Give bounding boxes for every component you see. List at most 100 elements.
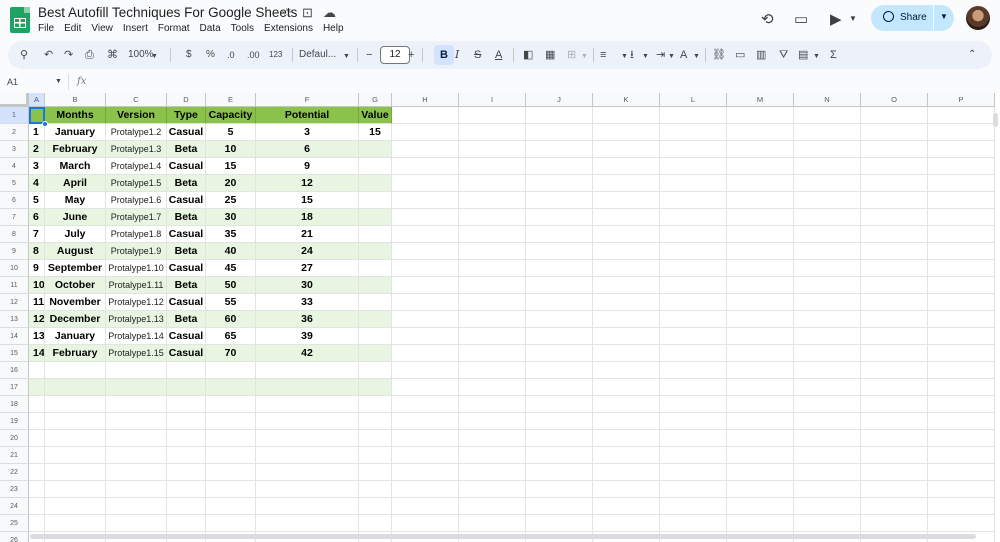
increase-decimal-button[interactable]: .00 — [247, 48, 260, 62]
cell[interactable] — [660, 379, 727, 396]
column-header-o[interactable]: O — [861, 93, 928, 107]
cell[interactable] — [459, 498, 526, 515]
data-cell[interactable]: Beta — [167, 141, 206, 158]
cell[interactable] — [392, 430, 459, 447]
version-history-icon[interactable]: ⟲ — [761, 10, 774, 28]
bold-button[interactable]: B — [434, 45, 454, 65]
data-cell[interactable]: Protalype1.12 — [106, 294, 167, 311]
data-cell[interactable]: January — [45, 124, 106, 141]
cell[interactable] — [526, 515, 593, 532]
cell[interactable] — [794, 243, 861, 260]
undo-icon[interactable]: ↶ — [44, 48, 53, 62]
insert-link-icon[interactable]: ⛓ — [712, 48, 726, 62]
cell[interactable] — [526, 141, 593, 158]
merge-cells-icon[interactable]: ⊞ — [567, 48, 576, 62]
data-cell[interactable]: 9 — [256, 158, 359, 175]
cell[interactable] — [593, 107, 660, 124]
cell[interactable] — [206, 396, 256, 413]
data-cell[interactable]: Casual — [167, 124, 206, 141]
cell[interactable] — [727, 345, 794, 362]
data-cell[interactable] — [359, 175, 392, 192]
cell[interactable] — [206, 379, 256, 396]
cell[interactable] — [256, 498, 359, 515]
cell[interactable] — [29, 498, 45, 515]
borders-icon[interactable]: ▦ — [545, 48, 555, 62]
meet-caret-icon[interactable]: ▼ — [849, 14, 857, 23]
data-cell[interactable]: 33 — [256, 294, 359, 311]
data-cell[interactable]: Casual — [167, 158, 206, 175]
cell[interactable] — [593, 124, 660, 141]
cell[interactable] — [861, 328, 928, 345]
cell[interactable] — [167, 379, 206, 396]
header-cell[interactable]: Months — [45, 107, 106, 124]
menu-view[interactable]: View — [91, 23, 113, 34]
cell[interactable] — [660, 124, 727, 141]
print-icon[interactable]: ⎙ — [85, 48, 94, 62]
row-header[interactable]: 10 — [0, 260, 29, 277]
row-header[interactable]: 20 — [0, 430, 29, 447]
cell[interactable] — [794, 328, 861, 345]
cell[interactable] — [727, 413, 794, 430]
cell[interactable] — [660, 107, 727, 124]
row-header[interactable]: 14 — [0, 328, 29, 345]
collapse-toolbar-icon[interactable]: ⌃ — [968, 48, 976, 62]
cell[interactable] — [106, 430, 167, 447]
vertical-align-icon[interactable]: ⭳ — [630, 48, 634, 62]
cell[interactable] — [45, 498, 106, 515]
cell[interactable] — [526, 243, 593, 260]
cell[interactable] — [928, 277, 995, 294]
cell[interactable] — [928, 311, 995, 328]
cell[interactable] — [526, 192, 593, 209]
row-header[interactable]: 1 — [0, 107, 29, 124]
column-header-g[interactable]: G — [359, 93, 392, 107]
row-header[interactable]: 24 — [0, 498, 29, 515]
horizontal-scrollbar[interactable] — [30, 534, 976, 539]
filter-views-caret-icon[interactable]: ▼ — [813, 50, 820, 64]
cell[interactable] — [593, 243, 660, 260]
data-cell[interactable]: 5 — [206, 124, 256, 141]
filter-views-icon[interactable]: ▤ — [798, 48, 808, 62]
cell[interactable] — [167, 447, 206, 464]
cell[interactable] — [593, 447, 660, 464]
row-header[interactable]: 7 — [0, 209, 29, 226]
column-header-j[interactable]: J — [526, 93, 593, 107]
cell[interactable] — [928, 260, 995, 277]
cell[interactable] — [459, 260, 526, 277]
data-cell[interactable]: Casual — [167, 328, 206, 345]
cell[interactable] — [660, 192, 727, 209]
row-header[interactable]: 16 — [0, 362, 29, 379]
cell[interactable] — [392, 141, 459, 158]
header-cell[interactable]: Type — [167, 107, 206, 124]
cell[interactable] — [206, 498, 256, 515]
cell[interactable] — [794, 107, 861, 124]
cell[interactable] — [526, 311, 593, 328]
row-header[interactable]: 11 — [0, 277, 29, 294]
cell[interactable] — [106, 464, 167, 481]
cell[interactable] — [106, 396, 167, 413]
cell[interactable] — [459, 430, 526, 447]
cell[interactable] — [256, 515, 359, 532]
strikethrough-icon[interactable]: S — [474, 48, 481, 62]
cell[interactable] — [459, 141, 526, 158]
cell[interactable] — [794, 192, 861, 209]
data-cell[interactable]: Protalype1.4 — [106, 158, 167, 175]
cell[interactable] — [392, 277, 459, 294]
cell[interactable] — [106, 362, 167, 379]
cell[interactable] — [593, 175, 660, 192]
cell[interactable] — [29, 430, 45, 447]
data-cell[interactable] — [359, 260, 392, 277]
data-cell[interactable]: 2 — [29, 141, 45, 158]
row-header[interactable]: 5 — [0, 175, 29, 192]
data-cell[interactable] — [359, 294, 392, 311]
cell[interactable] — [167, 362, 206, 379]
cell[interactable] — [593, 396, 660, 413]
cell[interactable] — [359, 362, 392, 379]
cell[interactable] — [392, 294, 459, 311]
cell[interactable] — [29, 481, 45, 498]
cell[interactable] — [593, 379, 660, 396]
data-cell[interactable] — [359, 243, 392, 260]
cell[interactable] — [794, 413, 861, 430]
cell[interactable] — [29, 447, 45, 464]
cell[interactable] — [526, 328, 593, 345]
data-cell[interactable]: 15 — [206, 158, 256, 175]
